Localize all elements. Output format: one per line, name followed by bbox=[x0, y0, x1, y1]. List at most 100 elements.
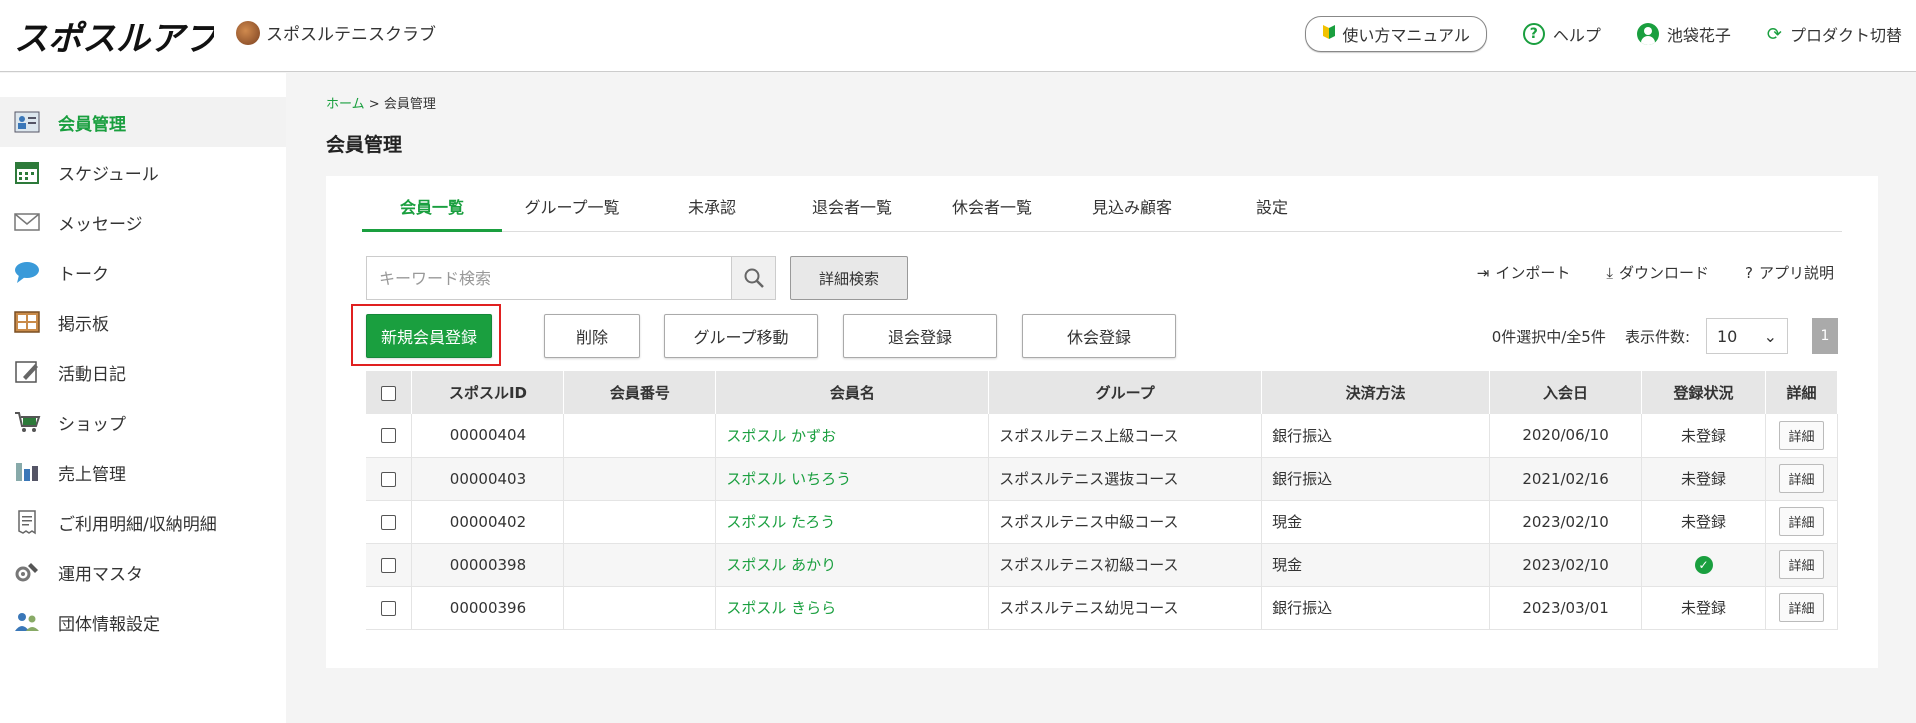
col-header-joined[interactable]: 入会日 bbox=[1489, 371, 1643, 414]
cell-group: スポスルテニス中級コース bbox=[988, 500, 1263, 544]
manual-button[interactable]: 使い方マニュアル bbox=[1305, 16, 1487, 52]
table-row: 00000403 スポスル いちろう スポスルテニス選抜コース 銀行振込 202… bbox=[366, 457, 1839, 501]
move-group-button[interactable]: グループ移動 bbox=[664, 314, 818, 358]
col-header-detail: 詳細 bbox=[1765, 371, 1839, 414]
per-page-label: 表示件数: bbox=[1624, 328, 1690, 346]
tab-member-list[interactable]: 会員一覧 bbox=[362, 194, 502, 232]
help-link[interactable]: ? ヘルプ bbox=[1522, 22, 1601, 46]
tab-suspended-list[interactable]: 休会者一覧 bbox=[922, 194, 1062, 232]
row-checkbox[interactable] bbox=[381, 600, 397, 616]
app-logo[interactable]: スポスルアプリ bbox=[14, 14, 252, 59]
col-header-payment[interactable]: 決済方法 bbox=[1261, 371, 1491, 414]
row-checkbox[interactable] bbox=[381, 428, 397, 444]
member-name-link[interactable]: スポスル いちろう bbox=[715, 457, 990, 501]
cell-status: 未登録 bbox=[1641, 500, 1766, 544]
cell-status: ✓ bbox=[1641, 543, 1766, 587]
page-button[interactable]: 1 bbox=[1812, 318, 1838, 354]
cell-payment: 銀行振込 bbox=[1261, 586, 1491, 630]
help-label: ヘルプ bbox=[1552, 26, 1601, 45]
delete-button[interactable]: 削除 bbox=[544, 314, 640, 358]
detail-button[interactable]: 詳細 bbox=[1779, 507, 1824, 536]
sidebar-item-sales[interactable]: 売上管理 bbox=[0, 447, 286, 497]
col-header-group[interactable]: グループ bbox=[988, 371, 1263, 414]
tab-settings[interactable]: 設定 bbox=[1202, 194, 1342, 232]
cell-payment: 銀行振込 bbox=[1261, 414, 1491, 458]
sidebar-item-board[interactable]: 掲示板 bbox=[0, 297, 286, 347]
import-label: インポート bbox=[1495, 264, 1571, 282]
sidebar-item-diary[interactable]: 活動日記 bbox=[0, 347, 286, 397]
cell-status: 未登録 bbox=[1641, 414, 1766, 458]
cell-joined: 2023/02/10 bbox=[1489, 500, 1643, 544]
new-member-button[interactable]: 新規会員登録 bbox=[366, 314, 492, 358]
import-link[interactable]: ⇥ インポート bbox=[1477, 262, 1571, 283]
download-icon: ⤓ bbox=[1606, 263, 1613, 282]
member-name-link[interactable]: スポスル たろう bbox=[715, 500, 990, 544]
sidebar-item-statement[interactable]: ご利用明細/収納明細 bbox=[0, 497, 286, 547]
gear-wrench-icon bbox=[12, 558, 42, 586]
refresh-icon: ⟳ bbox=[1766, 23, 1782, 45]
sidebar-item-talk[interactable]: トーク bbox=[0, 247, 286, 297]
sidebar-item-org-settings[interactable]: 団体情報設定 bbox=[0, 597, 286, 647]
cell-number bbox=[563, 500, 717, 544]
sidebar-item-message[interactable]: メッセージ bbox=[0, 197, 286, 247]
club-avatar bbox=[236, 20, 260, 45]
row-checkbox[interactable] bbox=[381, 557, 397, 573]
sidebar-item-label: 運用マスタ bbox=[58, 564, 143, 585]
download-link[interactable]: ⤓ ダウンロード bbox=[1606, 262, 1709, 283]
cell-number bbox=[563, 586, 717, 630]
club-selector[interactable]: スポスルテニスクラブ bbox=[236, 20, 436, 45]
user-menu[interactable]: 池袋花子 bbox=[1636, 22, 1731, 46]
member-name-link[interactable]: スポスル きらら bbox=[715, 586, 990, 630]
col-header-name[interactable]: 会員名 bbox=[715, 371, 990, 414]
search-button[interactable] bbox=[731, 257, 775, 299]
selection-count: 0件選択中/全5件 bbox=[1491, 328, 1606, 346]
detail-button[interactable]: 詳細 bbox=[1779, 550, 1824, 579]
sidebar-item-schedule[interactable]: スケジュール bbox=[0, 147, 286, 197]
tab-withdrawn-list[interactable]: 退会者一覧 bbox=[782, 194, 922, 232]
cell-number bbox=[563, 457, 717, 501]
chevron-down-icon: ⌄ bbox=[1763, 326, 1777, 346]
group-settings-icon bbox=[12, 608, 42, 636]
calendar-icon bbox=[12, 158, 42, 186]
per-page-select[interactable]: 10 ⌄ bbox=[1706, 318, 1788, 354]
cell-joined: 2020/06/10 bbox=[1489, 414, 1643, 458]
product-switch-link[interactable]: ⟳ プロダクト切替 bbox=[1767, 22, 1902, 46]
breadcrumb-current: 会員管理 bbox=[383, 97, 436, 112]
help-icon: ? bbox=[1522, 23, 1545, 45]
import-icon: ⇥ bbox=[1476, 263, 1490, 282]
keyword-search bbox=[366, 256, 776, 300]
search-icon bbox=[744, 268, 764, 288]
detail-search-button[interactable]: 詳細検索 bbox=[790, 256, 908, 300]
detail-button[interactable]: 詳細 bbox=[1779, 464, 1824, 493]
tab-unapproved[interactable]: 未承認 bbox=[642, 194, 782, 232]
tab-group-list[interactable]: グループ一覧 bbox=[502, 194, 642, 232]
detail-button[interactable]: 詳細 bbox=[1779, 420, 1824, 450]
row-checkbox[interactable] bbox=[381, 471, 397, 487]
breadcrumb-home[interactable]: ホーム bbox=[326, 97, 365, 112]
tab-prospects[interactable]: 見込み顧客 bbox=[1062, 194, 1202, 232]
list-info: 0件選択中/全5件 表示件数: bbox=[1492, 326, 1690, 347]
sidebar-item-members[interactable]: 会員管理 bbox=[0, 97, 286, 147]
row-checkbox[interactable] bbox=[381, 514, 397, 530]
col-header-status[interactable]: 登録状況 bbox=[1641, 371, 1766, 414]
app-help-link[interactable]: ? アプリ説明 bbox=[1745, 262, 1834, 283]
sidebar-item-shop[interactable]: ショップ bbox=[0, 397, 286, 447]
table-row: 00000402 スポスル たろう スポスルテニス中級コース 現金 2023/0… bbox=[366, 500, 1839, 544]
col-header-number[interactable]: 会員番号 bbox=[563, 371, 717, 414]
withdraw-button[interactable]: 退会登録 bbox=[843, 314, 997, 358]
registered-check-icon: ✓ bbox=[1694, 556, 1713, 574]
beginner-mark-icon bbox=[1322, 24, 1336, 44]
cell-group: スポスルテニス初級コース bbox=[988, 543, 1263, 587]
search-input[interactable] bbox=[367, 257, 731, 299]
cart-icon bbox=[12, 408, 42, 436]
club-name: スポスルテニスクラブ bbox=[266, 25, 436, 45]
select-all-checkbox[interactable] bbox=[381, 385, 397, 401]
detail-button[interactable]: 詳細 bbox=[1779, 593, 1824, 622]
sidebar-item-master[interactable]: 運用マスタ bbox=[0, 547, 286, 597]
member-name-link[interactable]: スポスル かずお bbox=[715, 414, 990, 458]
table-row: 00000404 スポスル かずお スポスルテニス上級コース 銀行振込 2020… bbox=[366, 414, 1839, 458]
col-header-id[interactable]: スポスルID bbox=[411, 371, 565, 414]
cell-status: 未登録 bbox=[1641, 586, 1766, 630]
suspend-button[interactable]: 休会登録 bbox=[1022, 314, 1176, 358]
member-name-link[interactable]: スポスル あかり bbox=[715, 543, 990, 587]
